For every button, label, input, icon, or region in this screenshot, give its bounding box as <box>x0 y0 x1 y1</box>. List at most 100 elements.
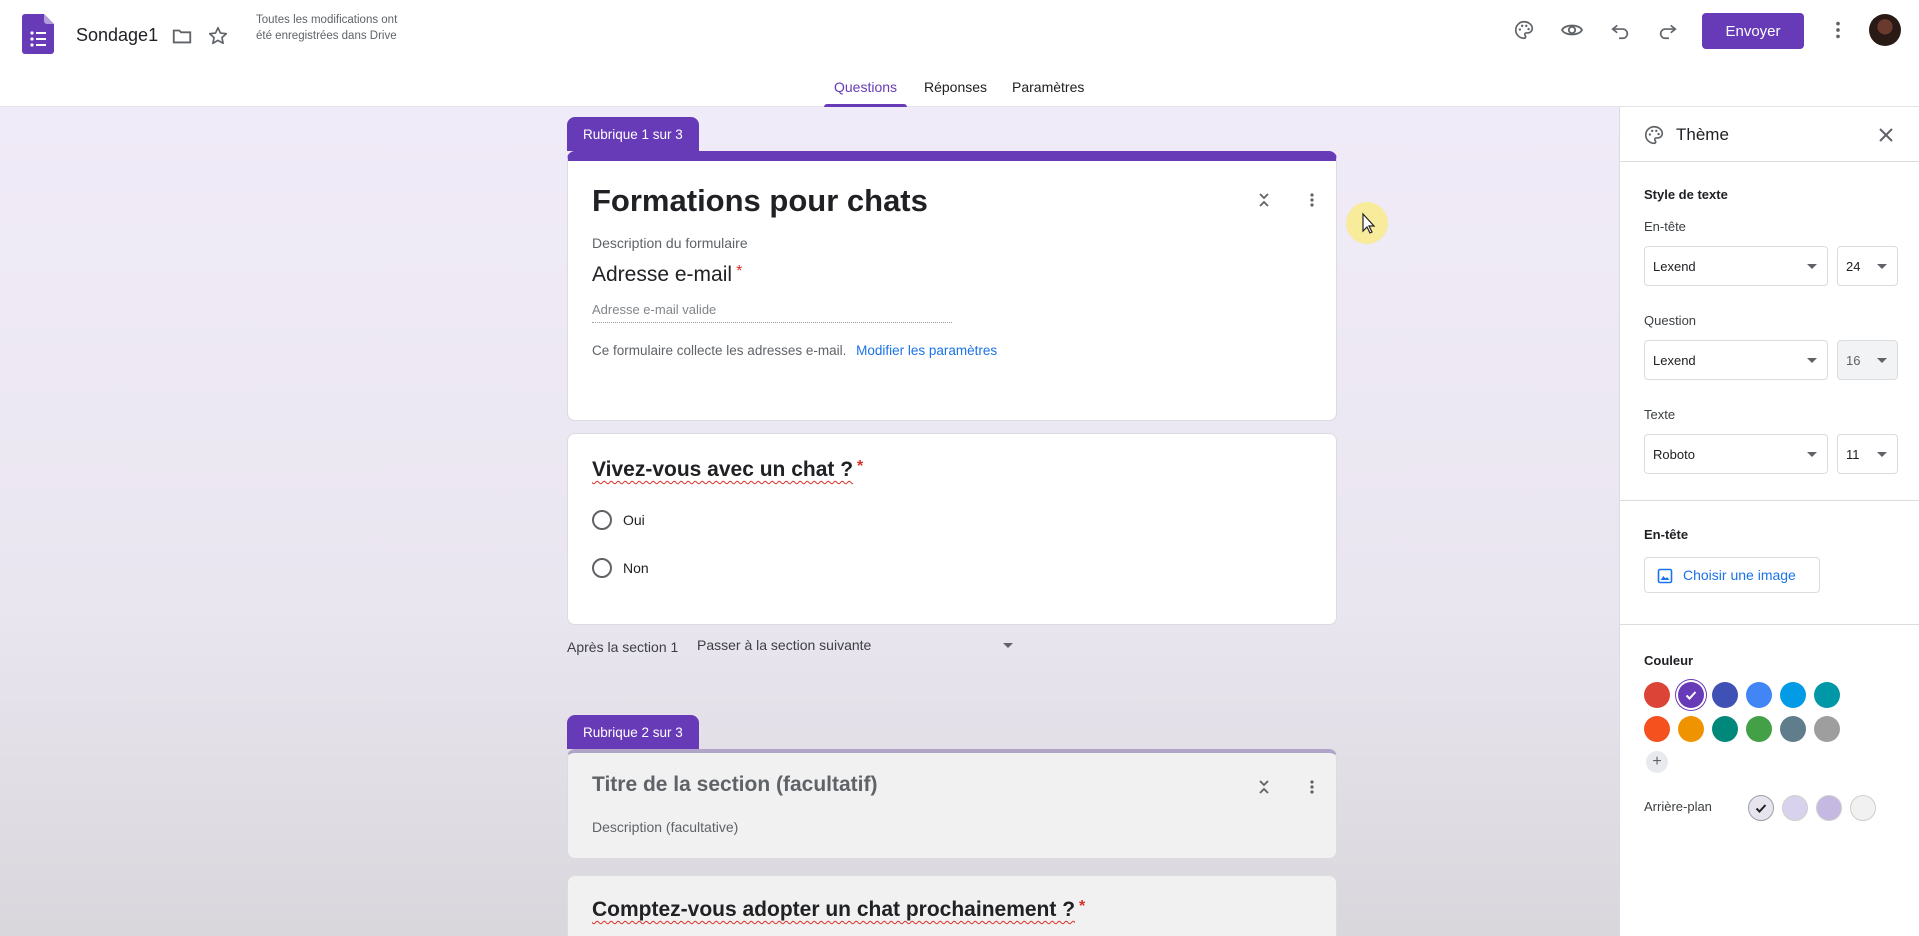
section-1-header-card[interactable]: Formations pour chats Description du for… <box>567 151 1337 421</box>
color-swatch[interactable] <box>1814 682 1840 708</box>
choose-image-button[interactable]: Choisir une image <box>1644 557 1820 593</box>
eye-icon[interactable] <box>1558 16 1586 44</box>
palette-icon <box>1640 121 1668 149</box>
text-style-sub-label: Texte <box>1644 407 1676 422</box>
background-swatch[interactable] <box>1816 795 1842 821</box>
text-style-label: Style de texte <box>1644 187 1728 202</box>
question-size-select[interactable]: 16 <box>1837 340 1898 380</box>
text-size-select[interactable]: 11 <box>1837 434 1898 474</box>
color-swatch[interactable] <box>1678 682 1704 708</box>
more-vert-icon[interactable] <box>1824 16 1852 44</box>
section-2-description[interactable]: Description (facultative) <box>592 819 738 835</box>
chevron-down-icon <box>1807 452 1817 457</box>
chevron-down-icon <box>1003 643 1013 648</box>
palette-icon[interactable] <box>1510 16 1538 44</box>
email-placeholder: Adresse e-mail valide <box>592 302 717 317</box>
chevron-down-icon <box>1877 264 1887 269</box>
question-card-2[interactable]: Comptez-vous adopter un chat prochaineme… <box>567 875 1337 936</box>
section-2-title[interactable]: Titre de la section (facultatif) <box>592 773 878 797</box>
image-icon <box>1657 568 1673 584</box>
document-title[interactable]: Sondage1 <box>76 25 158 46</box>
theme-panel-header: Thème <box>1620 107 1919 162</box>
after-section-select[interactable]: Passer à la section suivante <box>697 631 1013 659</box>
color-swatch[interactable] <box>1644 682 1670 708</box>
required-asterisk: * <box>857 458 864 475</box>
header-style-label: En-tête <box>1644 219 1686 234</box>
section-pill-2: Rubrique 2 sur 3 <box>567 715 699 749</box>
star-icon[interactable] <box>204 22 232 50</box>
background-swatch[interactable] <box>1850 795 1876 821</box>
header-size-value: 24 <box>1846 258 1861 274</box>
radio-oui[interactable] <box>592 510 612 530</box>
modify-settings-link[interactable]: Modifier les paramètres <box>856 343 997 358</box>
color-swatch[interactable] <box>1746 682 1772 708</box>
header-font-value: Lexend <box>1653 258 1696 274</box>
background-label: Arrière-plan <box>1644 799 1712 814</box>
email-question-title: Adresse e-mail * <box>592 263 742 287</box>
collapse-icon[interactable] <box>1252 188 1276 212</box>
color-swatch[interactable] <box>1712 716 1738 742</box>
question-card-1[interactable]: Vivez-vous avec un chat ? * Oui Non <box>567 433 1337 625</box>
radio-non[interactable] <box>592 558 612 578</box>
color-swatch[interactable] <box>1678 716 1704 742</box>
panel-divider <box>1620 624 1919 625</box>
color-swatch[interactable] <box>1780 682 1806 708</box>
chevron-down-icon <box>1807 264 1817 269</box>
option-label-oui: Oui <box>623 512 645 528</box>
after-section-value: Passer à la section suivante <box>697 637 872 653</box>
email-question-label: Adresse e-mail <box>592 263 733 286</box>
required-asterisk: * <box>736 263 743 280</box>
add-color-button[interactable]: + <box>1646 751 1668 773</box>
panel-divider <box>1620 500 1919 501</box>
form-description[interactable]: Description du formulaire <box>592 235 748 251</box>
collect-note: Ce formulaire collecte les adresses e-ma… <box>592 343 997 358</box>
section-more-icon[interactable] <box>1300 188 1324 212</box>
forms-logo-icon[interactable] <box>22 14 54 54</box>
background-swatch[interactable] <box>1782 795 1808 821</box>
email-input[interactable]: Adresse e-mail valide <box>592 301 952 323</box>
save-status: Toutes les modifications ont été enregis… <box>256 14 398 42</box>
form-tabs: Questions Réponses Paramètres <box>0 77 1919 107</box>
after-section-label: Après la section 1 <box>567 639 679 655</box>
section-more-icon[interactable] <box>1300 775 1324 799</box>
redo-icon[interactable] <box>1654 16 1682 44</box>
header-size-select[interactable]: 24 <box>1837 246 1898 286</box>
mouse-cursor-highlight <box>1346 202 1388 244</box>
chevron-down-icon <box>1877 452 1887 457</box>
question-1-title: Vivez-vous avec un chat ? * <box>592 458 863 482</box>
tab-questions[interactable]: Questions <box>823 79 908 107</box>
text-font-value: Roboto <box>1653 446 1695 462</box>
collapse-icon[interactable] <box>1252 775 1276 799</box>
color-swatch[interactable] <box>1814 716 1840 742</box>
question-style-label: Question <box>1644 313 1697 328</box>
color-label: Couleur <box>1644 653 1694 668</box>
theme-panel-title: Thème <box>1676 125 1729 144</box>
question-2-label: Comptez-vous adopter un chat prochaineme… <box>592 898 1076 921</box>
section-2-header-card[interactable]: Titre de la section (facultatif) Descrip… <box>567 749 1337 859</box>
theme-panel: Thème Style de texte En-tête Lexend 24 Q… <box>1619 107 1919 936</box>
collect-note-text: Ce formulaire collecte les adresses e-ma… <box>592 343 847 358</box>
form-editor-area: Rubrique 1 sur 3 Formations pour chats D… <box>0 107 1619 936</box>
send-button[interactable]: Envoyer <box>1702 13 1804 49</box>
tab-settings[interactable]: Paramètres <box>1012 79 1084 107</box>
undo-icon[interactable] <box>1606 16 1634 44</box>
background-swatch[interactable] <box>1748 795 1774 821</box>
question-font-select[interactable]: Lexend <box>1644 340 1828 380</box>
folder-icon[interactable] <box>168 22 196 50</box>
form-title[interactable]: Formations pour chats <box>592 183 928 219</box>
tab-responses[interactable]: Réponses <box>924 79 987 107</box>
header-image-label: En-tête <box>1644 527 1689 542</box>
question-size-value: 16 <box>1846 352 1861 368</box>
color-swatch[interactable] <box>1712 682 1738 708</box>
chevron-down-icon <box>1807 358 1817 363</box>
choose-image-label: Choisir une image <box>1683 567 1796 583</box>
user-avatar[interactable] <box>1869 14 1901 46</box>
color-swatch[interactable] <box>1746 716 1772 742</box>
header-font-select[interactable]: Lexend <box>1644 246 1828 286</box>
text-font-select[interactable]: Roboto <box>1644 434 1828 474</box>
option-label-non: Non <box>623 560 649 576</box>
question-2-title: Comptez-vous adopter un chat prochaineme… <box>592 898 1085 922</box>
close-icon[interactable] <box>1872 121 1900 149</box>
color-swatch[interactable] <box>1780 716 1806 742</box>
color-swatch[interactable] <box>1644 716 1670 742</box>
